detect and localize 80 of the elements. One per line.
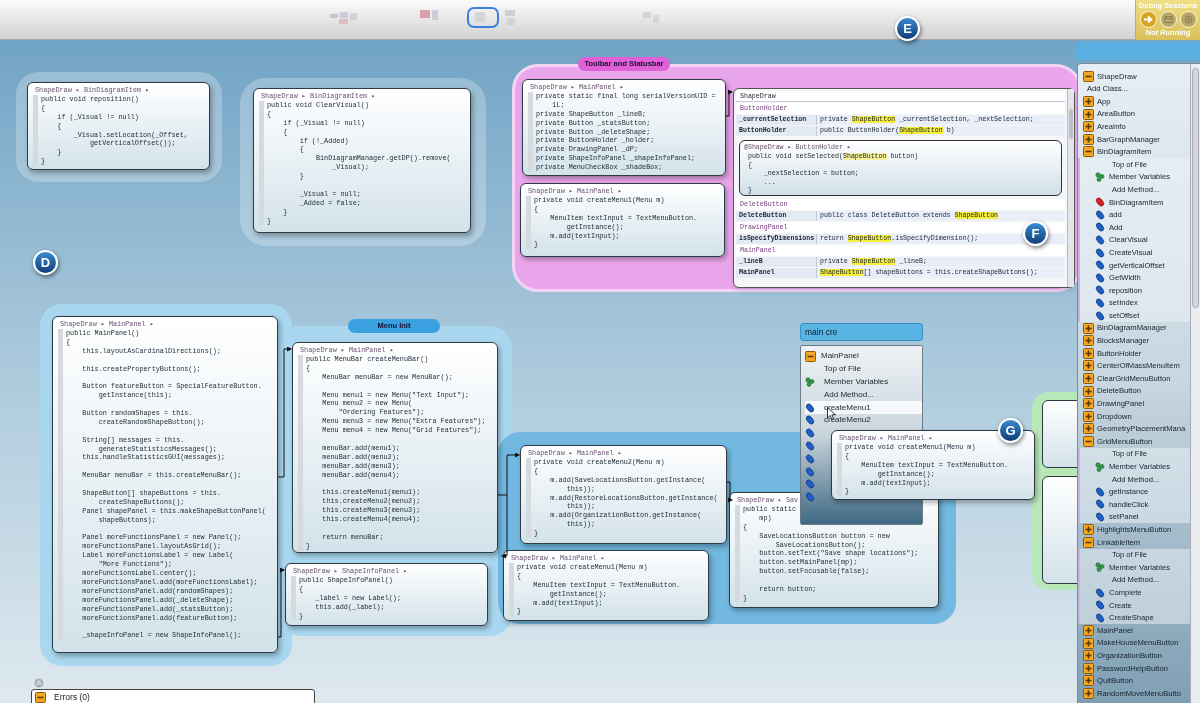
class-icon (1083, 146, 1094, 158)
class-icon (1083, 398, 1094, 410)
class-icon (1083, 536, 1094, 548)
scrollbar[interactable] (1067, 89, 1074, 287)
connector-line (277, 567, 285, 638)
method-icon (1095, 486, 1105, 497)
method-icon (805, 415, 815, 426)
class-icon (1083, 108, 1094, 120)
class-icon (1083, 624, 1094, 636)
errors-label: Errors (0) (54, 692, 90, 703)
method-icon (1095, 285, 1105, 296)
class-icon (1083, 121, 1094, 133)
variables-icon (1095, 172, 1105, 183)
method-icon (1095, 310, 1105, 321)
class-icon (35, 692, 46, 703)
class-icon (1083, 662, 1094, 674)
method-icon (1095, 512, 1105, 523)
scrollbar[interactable] (1190, 64, 1200, 703)
method-icon (1095, 235, 1105, 245)
class-icon (1083, 322, 1094, 334)
variables-icon (805, 377, 815, 387)
collapse-icon[interactable] (34, 678, 44, 688)
errors-panel[interactable]: Errors (0) (31, 689, 315, 703)
crosshair-icon (1182, 15, 1194, 24)
result-item[interactable]: Add Method... (805, 388, 922, 402)
class-icon (1083, 360, 1094, 372)
class-icon (805, 350, 816, 362)
arrow-icon (1142, 15, 1154, 24)
connector-line (725, 89, 733, 117)
method-icon (1095, 298, 1105, 308)
method-icon (1095, 600, 1105, 611)
class-icon (1083, 675, 1094, 687)
class-icon (1083, 524, 1094, 536)
continue-button[interactable] (1139, 11, 1157, 28)
search-field[interactable]: main cre (800, 323, 923, 341)
method-icon (1095, 272, 1105, 283)
class-icon (1083, 96, 1094, 107)
method-icon (805, 492, 815, 503)
result-item[interactable]: createMenu1 (805, 401, 922, 414)
class-icon (1083, 373, 1094, 385)
class-icon (1083, 385, 1094, 397)
method-icon (1095, 612, 1105, 623)
class-icon (1083, 687, 1094, 699)
method-icon (805, 453, 815, 464)
method-icon (1095, 260, 1105, 271)
method-icon (1095, 499, 1105, 510)
editor-gutter (526, 196, 531, 250)
class-icon (1083, 70, 1094, 82)
class-icon (1083, 650, 1094, 662)
class-icon (1083, 133, 1094, 145)
method-icon (805, 479, 815, 490)
editor-gutter (291, 576, 296, 621)
result-item[interactable]: Top of File (805, 362, 922, 376)
window-icon (1162, 15, 1174, 24)
result-item[interactable]: createMenu2 (805, 414, 922, 427)
editor-gutter (837, 443, 842, 497)
editor-gutter (33, 95, 38, 167)
connector-line (726, 481, 733, 503)
step-marker: G (998, 418, 1023, 443)
method-icon (1095, 209, 1105, 220)
result-item[interactable]: MainPanel (805, 350, 922, 363)
method-icon (1095, 222, 1105, 233)
step-marker: D (33, 250, 58, 275)
class-icon (1083, 335, 1094, 347)
variables-icon (1095, 562, 1105, 573)
class-icon (1083, 637, 1094, 649)
variables-icon (1095, 461, 1105, 472)
result-item[interactable]: Member Variables (805, 375, 922, 389)
method-icon (1095, 587, 1105, 598)
class-icon (1083, 436, 1094, 447)
editor-gutter (509, 563, 514, 617)
method-icon (805, 466, 815, 477)
class-icon (1083, 410, 1094, 422)
class-icon (1083, 423, 1094, 435)
method-icon (805, 428, 815, 439)
method-icon (805, 402, 815, 413)
method-icon (805, 440, 815, 451)
method-icon (1095, 247, 1105, 258)
constructor-icon (1095, 197, 1105, 208)
class-icon (1083, 347, 1094, 359)
